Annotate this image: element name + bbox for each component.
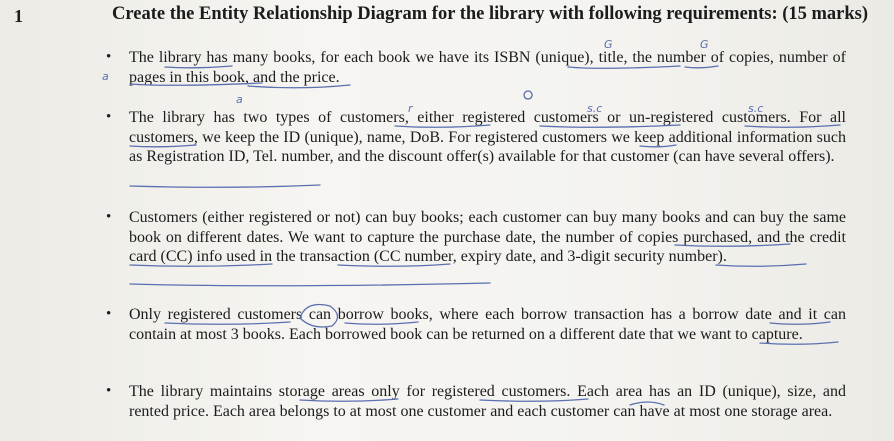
underline-cc-number <box>129 282 491 287</box>
bullet-icon: • <box>106 383 112 399</box>
bullet-icon: • <box>106 306 112 322</box>
bullet-icon: • <box>106 49 112 65</box>
mark-a2: a <box>236 93 243 106</box>
list-item: • The library has many books, for each b… <box>106 48 846 87</box>
question-number: 1 <box>14 6 23 26</box>
list-item-text: The library maintains storage areas only… <box>129 383 846 420</box>
underline-discount <box>129 184 321 188</box>
list-item-text: Only registered customers can borrow boo… <box>129 306 846 343</box>
list-item: • The library maintains storage areas on… <box>106 382 846 421</box>
list-item: • Only registered customers can borrow b… <box>106 305 846 344</box>
list-item: • The library has two types of customers… <box>106 108 846 167</box>
bullet-icon: • <box>106 109 112 125</box>
question-title: Create the Entity Relationship Diagram f… <box>112 4 869 24</box>
circle-o <box>523 90 533 100</box>
list-item-text: The library has many books, for each boo… <box>129 49 846 86</box>
list-item-text: Customers (either registered or not) can… <box>129 209 846 265</box>
list-item-text: The library has two types of customers, … <box>129 109 846 165</box>
list-item: • Customers (either registered or not) c… <box>106 208 846 267</box>
exam-page: 1 Create the Entity Relationship Diagram… <box>0 0 894 441</box>
bullet-icon: • <box>106 209 112 225</box>
